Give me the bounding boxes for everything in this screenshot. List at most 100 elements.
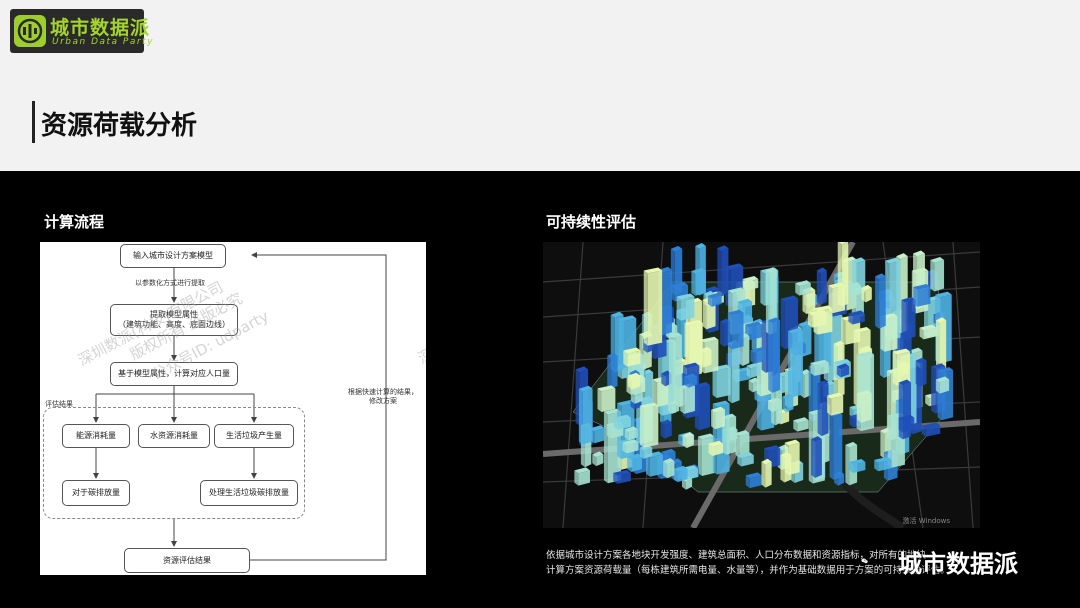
building-face: [772, 320, 781, 393]
building-side: [837, 242, 842, 307]
title-accent-bar: [32, 101, 35, 143]
building-side: [643, 270, 648, 346]
building-side: [694, 384, 699, 431]
building-side: [930, 260, 935, 292]
building-face: [820, 270, 827, 305]
building-face: [611, 355, 618, 389]
wechat-icon: [861, 558, 868, 564]
building-side: [676, 296, 681, 321]
building-side: [761, 320, 766, 373]
building-face: [703, 349, 712, 368]
building-side: [760, 270, 765, 306]
flow-input-box: 输入城市设计方案模型: [120, 244, 226, 268]
building-side: [712, 367, 717, 398]
flow-carbon-box: 对于碳排放量: [62, 480, 130, 506]
building-face: [582, 388, 593, 445]
building-side: [811, 439, 816, 478]
flow-extract-note: 以参数化方式进行提取: [135, 279, 205, 287]
flow-input-label: 输入城市设计方案模型: [133, 251, 213, 260]
building-side: [829, 414, 834, 480]
building-face: [701, 436, 715, 477]
building-side: [845, 444, 850, 486]
flow-population-label: 基于模型属性，计算对应人口量: [118, 369, 230, 378]
flow-attributes-box: 提取模型属性 （建筑功能、高度、底面边线）: [110, 304, 238, 336]
building-face: [698, 384, 710, 431]
building-face: [731, 342, 740, 404]
flow-waste-carbon-box: 处理生活垃圾碳排放量: [200, 480, 298, 506]
building-face: [919, 360, 927, 387]
logo-title: 城市数据派: [50, 17, 151, 39]
flow-waste-carbon-label: 处理生活垃圾碳排放量: [209, 488, 289, 497]
building-face: [649, 454, 663, 477]
building-side: [663, 461, 668, 479]
flow-waste-box: 生活垃圾产生量: [214, 424, 294, 448]
building-face: [726, 416, 737, 455]
building-face: [934, 260, 945, 292]
city-model-map: 激活 Windows: [543, 242, 980, 528]
building-face: [647, 270, 663, 346]
city-model-render: [543, 242, 980, 528]
building-side: [813, 308, 818, 335]
building-side: [780, 455, 785, 483]
building-side: [880, 430, 885, 459]
building-face: [817, 308, 833, 335]
building-face: [695, 271, 706, 296]
right-section-label: 可持续性评估: [546, 213, 637, 231]
logo-subtitle: Urban Data Party: [52, 37, 154, 47]
building-side: [816, 270, 821, 305]
building-face: [831, 395, 844, 416]
flowchart-panel: 输入城市设计方案模型 以参数化方式进行提取 提取模型属性 （建筑功能、高度、底面…: [40, 242, 426, 575]
building-face: [765, 461, 772, 488]
building-side: [892, 351, 897, 386]
flow-water-box: 水资源消耗量: [138, 424, 210, 448]
building-side: [875, 276, 880, 329]
flow-feedback-note: 根据快速计算的结果， 修改方案: [348, 388, 418, 406]
building-side: [915, 360, 920, 387]
flow-feedback-line2: 修改方案: [369, 397, 397, 406]
building-side: [607, 355, 612, 389]
building-face: [673, 335, 682, 406]
building-face: [643, 405, 659, 448]
building-face: [680, 296, 695, 321]
building-side: [699, 349, 704, 368]
building-face: [884, 316, 898, 352]
building-side: [901, 299, 906, 340]
building-face: [815, 439, 822, 478]
building-side: [788, 331, 793, 398]
building-side: [727, 342, 732, 404]
flow-waste-label: 生活垃圾产生量: [226, 431, 282, 440]
building-face: [667, 461, 675, 479]
header-band: 城市数据派 Urban Data Party 资源荷载分析: [0, 0, 1080, 171]
building-side: [913, 287, 918, 307]
building-face: [601, 388, 616, 412]
building-side: [597, 388, 602, 412]
building-side: [841, 317, 846, 345]
building-face: [684, 386, 696, 414]
flow-attributes-line1: 提取模型属性: [150, 310, 198, 319]
building-side: [711, 409, 716, 430]
flow-result-label: 资源评估结果: [163, 555, 211, 565]
building-face: [792, 331, 804, 398]
flow-energy-label: 能源消耗量: [76, 431, 116, 440]
building-side: [931, 366, 936, 414]
building-side: [937, 370, 942, 421]
building-face: [788, 442, 800, 476]
logo-badge-icon: [14, 15, 46, 47]
building-side: [720, 321, 725, 347]
building-side: [639, 405, 644, 448]
building-face: [721, 248, 729, 297]
building-side: [717, 248, 722, 297]
building-face: [833, 414, 843, 480]
flow-carbon-label: 对于碳排放量: [72, 488, 120, 497]
building-side: [691, 271, 696, 296]
building-side: [784, 442, 789, 476]
building-face: [662, 269, 672, 336]
building-side: [727, 312, 732, 350]
map-attribution: 激活 Windows: [902, 517, 950, 525]
building-side: [857, 393, 862, 423]
building-side: [603, 411, 608, 484]
building-face: [879, 276, 886, 329]
building-face: [742, 336, 750, 367]
flow-energy-box: 能源消耗量: [62, 424, 130, 448]
building-side: [827, 395, 832, 416]
